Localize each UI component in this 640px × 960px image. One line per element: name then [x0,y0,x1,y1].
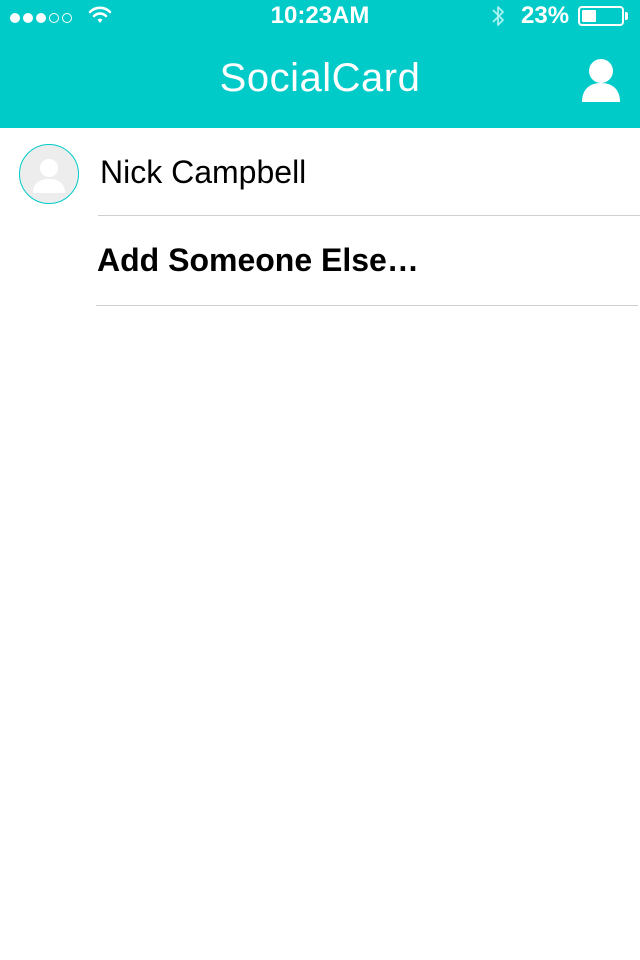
contact-list: Nick Campbell Add Someone Else… [0,128,640,306]
app-header: 10:23AM 23% SocialCard [0,0,640,128]
status-bar: 10:23AM 23% [0,0,640,32]
contact-name: Nick Campbell [100,154,307,190]
default-avatar-icon [19,144,79,204]
add-someone-else-label: Add Someone Else… [97,242,419,278]
add-someone-else-button[interactable]: Add Someone Else… [0,216,640,306]
bluetooth-icon [490,3,506,35]
page-title: SocialCard [219,56,421,100]
battery-nub [625,12,628,20]
row-divider [96,305,638,306]
app-screen: 10:23AM 23% SocialCard Nick Campbell Add… [0,0,640,960]
profile-button[interactable] [578,56,624,104]
user-profile-icon [578,59,624,108]
battery-level-fill [582,10,596,22]
contact-row[interactable]: Nick Campbell [0,128,640,216]
battery-percent: 23% [521,2,570,29]
battery-icon [578,6,628,26]
